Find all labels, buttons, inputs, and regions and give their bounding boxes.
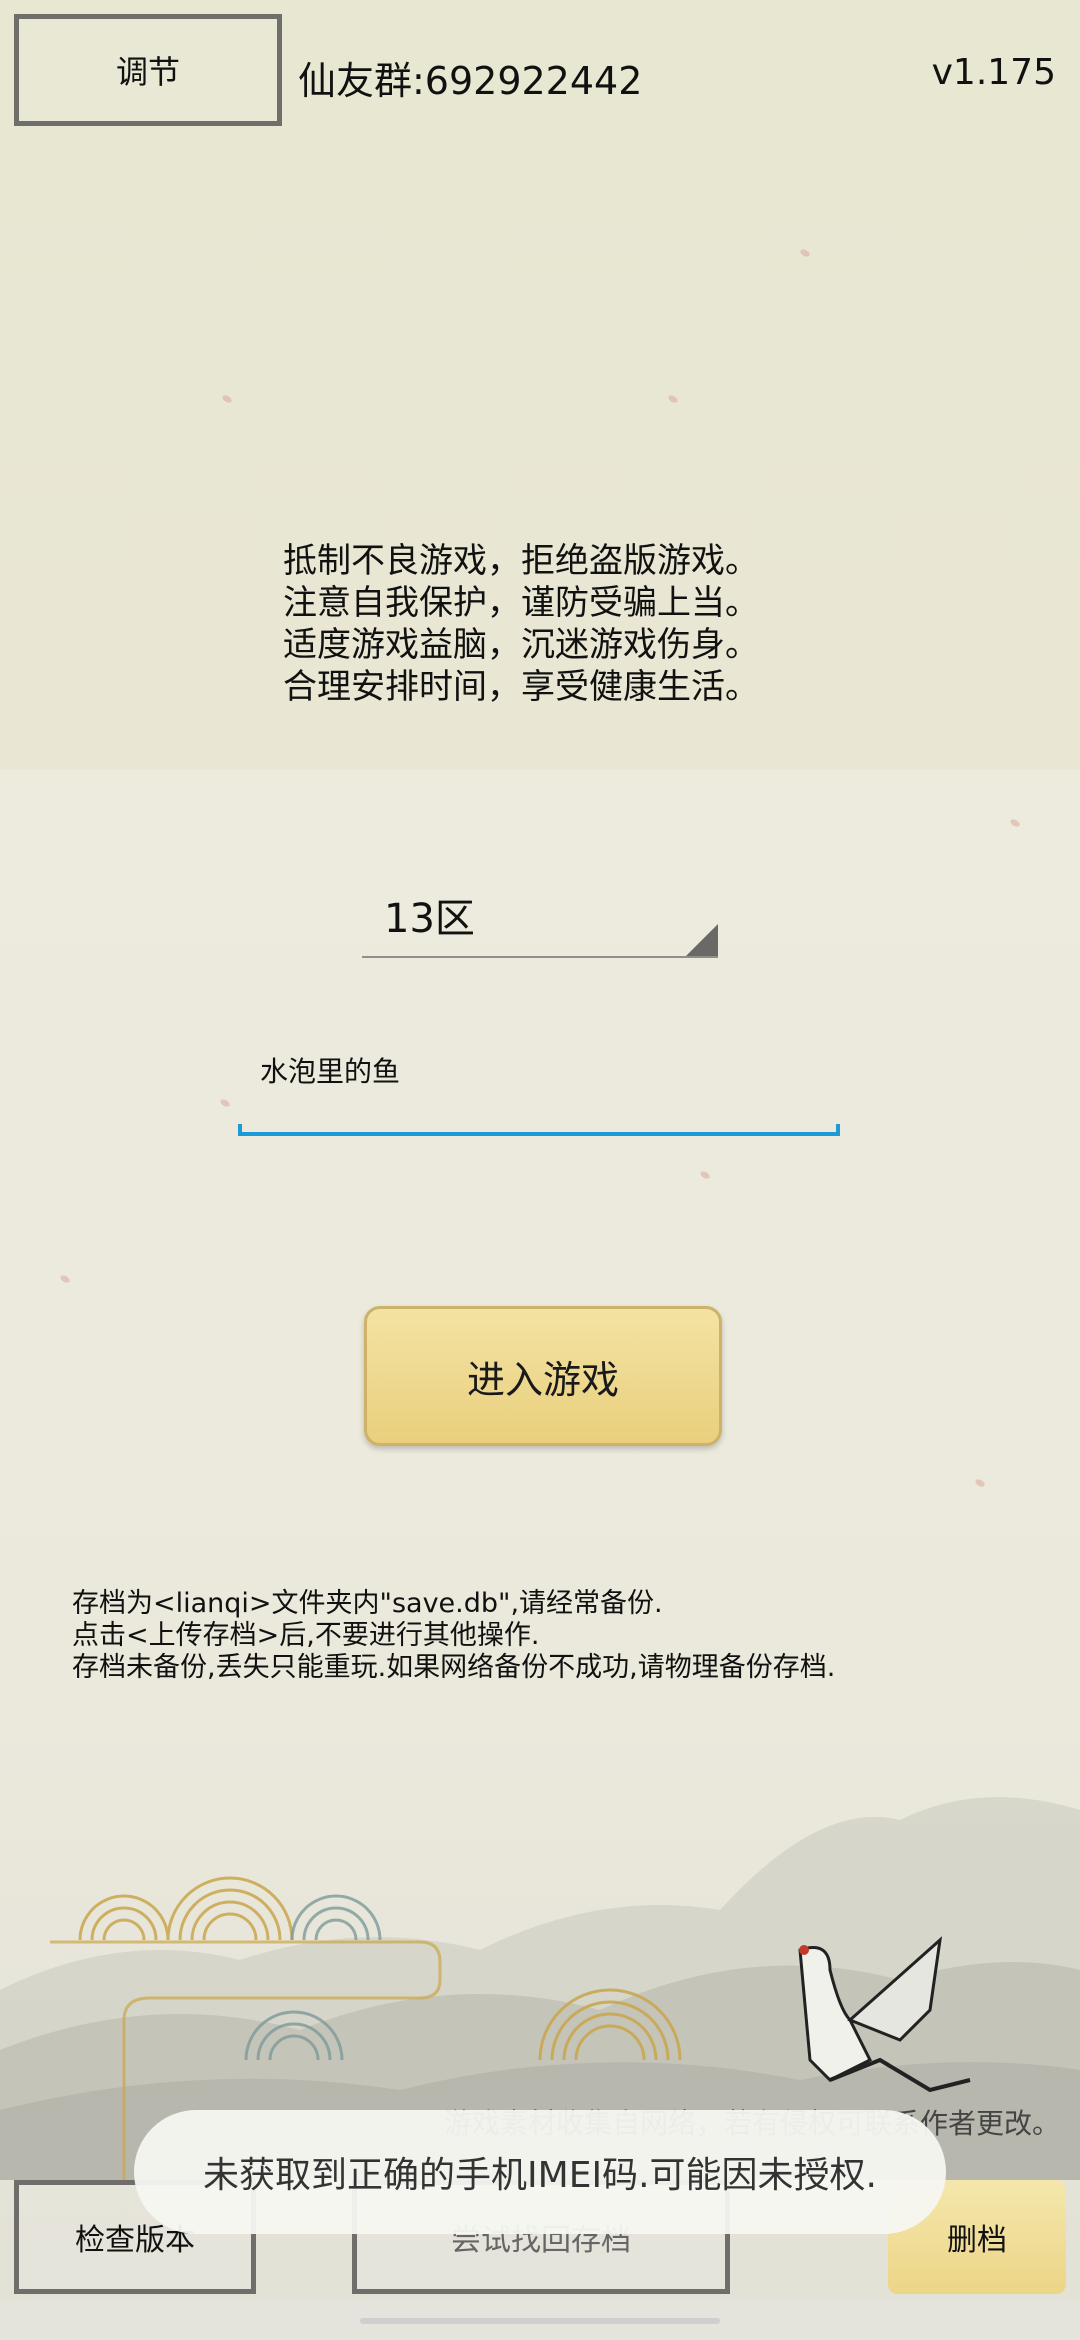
delete-save-label: 删档 [947, 2223, 1007, 2258]
dropdown-arrow-icon [686, 924, 718, 956]
save-info: 存档为<lianqi>文件夹内"save.db",请经常备份. 点击<上传存档>… [72, 1588, 835, 1684]
adjust-button[interactable]: 调节 [14, 14, 282, 126]
qq-group-text: 仙友群:692922442 [298, 59, 643, 103]
toast-message: 未获取到正确的手机IMEI码.可能因未授权. [134, 2110, 946, 2234]
health-notice: 抵制不良游戏，拒绝盗版游戏。 注意自我保护，谨防受骗上当。 适度游戏益脑，沉迷游… [283, 540, 759, 708]
notice-line: 适度游戏益脑，沉迷游戏伤身。 [283, 625, 759, 665]
server-select[interactable]: 13区 [362, 870, 718, 958]
player-name-field[interactable] [238, 1040, 840, 1136]
player-name-input[interactable] [258, 1044, 822, 1096]
server-value: 13区 [384, 896, 475, 942]
notice-line: 注意自我保护，谨防受骗上当。 [283, 583, 759, 623]
save-info-line: 点击<上传存档>后,不要进行其他操作. [72, 1620, 540, 1651]
notice-line: 抵制不良游戏，拒绝盗版游戏。 [283, 541, 759, 581]
notice-line: 合理安排时间，享受健康生活。 [283, 667, 759, 707]
enter-game-button[interactable]: 进入游戏 [364, 1306, 722, 1446]
adjust-label: 调节 [115, 53, 180, 91]
enter-game-label: 进入游戏 [466, 1357, 619, 1402]
version-text: v1.175 [931, 52, 1056, 93]
toast-text: 未获取到正确的手机IMEI码.可能因未授权. [203, 2155, 877, 2196]
save-info-line: 存档未备份,丢失只能重玩.如果网络备份不成功,请物理备份存档. [72, 1652, 836, 1683]
save-info-line: 存档为<lianqi>文件夹内"save.db",请经常备份. [72, 1588, 663, 1619]
home-gesture-handle[interactable] [360, 2318, 720, 2324]
